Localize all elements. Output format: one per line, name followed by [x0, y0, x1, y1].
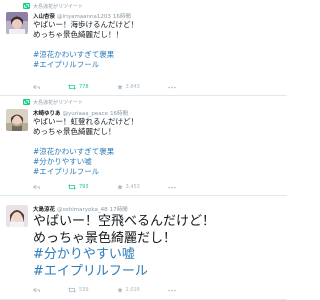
tweet-card[interactable]: 大島涼花 @oshimaryoka_48 17時間 やばいー！空飛べるんだけど！…: [0, 196, 287, 300]
retweeted-by-label: 大島涼花がリツイート: [33, 4, 84, 10]
like-button[interactable]: 2,016: [116, 287, 140, 293]
display-name[interactable]: 木崎ゆりあ: [33, 109, 61, 117]
reply-button[interactable]: [33, 287, 40, 293]
more-button[interactable]: [168, 86, 176, 89]
star-icon: [116, 84, 123, 90]
like-button[interactable]: 3,453: [116, 184, 140, 190]
user-handle[interactable]: @oshimaryoka_48: [57, 207, 108, 213]
tweet-text-line: やばいー！虹登れるんだけど！: [33, 117, 138, 126]
retweet-icon: [68, 287, 76, 293]
tweet-text-line: めっちゃ景色綺麗だし！！: [33, 30, 123, 39]
retweet-icon: [68, 184, 76, 190]
tweet-header: 大島涼花 @oshimaryoka_48 17時間: [33, 205, 128, 213]
retweet-indicator-icon: [23, 3, 30, 9]
retweeted-by-label: 大島涼花がリツイート: [33, 100, 84, 106]
retweet-count: 539: [79, 287, 89, 293]
retweet-button[interactable]: 539: [68, 287, 89, 293]
hashtag-link[interactable]: #涼花かわいすぎて褒果: [33, 50, 138, 60]
tweet-text: やばいー！海歩けるんだけど！ めっちゃ景色綺麗だし！！ #涼花かわいすぎて褒果 …: [33, 20, 138, 70]
display-name[interactable]: 大島涼花: [33, 205, 55, 213]
like-count: 3,453: [125, 184, 140, 190]
tweet-text-line: やばいー！空飛べるんだけど！: [33, 214, 216, 229]
timestamp[interactable]: 16時間: [113, 12, 131, 20]
more-icon: [168, 86, 176, 88]
tweet-actions: 539 2,016: [33, 287, 176, 293]
timestamp[interactable]: 17時間: [110, 205, 128, 213]
more-button[interactable]: [168, 186, 176, 189]
more-button[interactable]: [168, 289, 176, 292]
retweet-button[interactable]: 793: [68, 184, 89, 190]
hashtag-link[interactable]: #分かりやすい嘘: [33, 157, 138, 167]
tweet-text: やばいー！虹登れるんだけど！ めっちゃ景色綺麗だし！ #涼花かわいすぎて褒果 #…: [33, 117, 138, 177]
tweet-text: やばいー！空飛べるんだけど！ めっちゃ景色綺麗だし！ #分かりやすい嘘 #エイプ…: [33, 214, 215, 280]
star-icon: [116, 184, 123, 190]
retweet-indicator-icon: [23, 99, 30, 105]
tweet-card[interactable]: 大島涼花がリツイート 木崎ゆりあ @yuriaaa_peace 16時間 やばい…: [0, 96, 287, 196]
tweet-text-line: めっちゃ景色綺麗だし！: [33, 230, 177, 246]
reply-button[interactable]: [33, 84, 40, 90]
retweet-icon: [68, 84, 76, 90]
more-icon: [168, 186, 176, 188]
tweet-actions: 793 3,453: [33, 184, 176, 190]
hashtag-link[interactable]: #分かりやすい嘘: [33, 247, 215, 264]
hashtag-link[interactable]: #エイプリルフール: [33, 60, 138, 70]
hashtag-link[interactable]: #エイプリルフール: [33, 264, 215, 281]
tweet-header: 入山杏奈 @iriyamaanna1203 16時間: [33, 12, 131, 20]
timestamp[interactable]: 16時間: [110, 109, 128, 117]
tweet-header: 木崎ゆりあ @yuriaaa_peace 16時間: [33, 109, 128, 117]
avatar[interactable]: [6, 109, 28, 131]
avatar[interactable]: [6, 12, 28, 34]
tweet-text-line: やばいー！海歩けるんだけど！: [33, 20, 138, 29]
tweet-text-line: めっちゃ景色綺麗だし！: [33, 127, 116, 136]
retweet-count: 793: [79, 184, 89, 190]
hashtag-link[interactable]: #涼花かわいすぎて褒果: [33, 147, 138, 157]
reply-icon: [33, 84, 40, 90]
tweet-card[interactable]: 大島涼花がリツイート 入山杏奈 @iriyamaanna1203 16時間 やば…: [0, 0, 287, 96]
like-count: 3,843: [125, 84, 140, 90]
avatar[interactable]: [6, 205, 28, 227]
reply-button[interactable]: [33, 184, 40, 190]
tweet-actions: 778 3,843: [33, 84, 176, 90]
hashtag-link[interactable]: #エイプリルフール: [33, 167, 138, 177]
retweet-button[interactable]: 778: [68, 84, 89, 90]
star-icon: [116, 287, 123, 293]
reply-icon: [33, 287, 40, 293]
retweet-count: 778: [79, 84, 89, 90]
display-name[interactable]: 入山杏奈: [33, 12, 55, 20]
like-count: 2,016: [125, 287, 140, 293]
more-icon: [168, 289, 176, 291]
reply-icon: [33, 184, 40, 190]
like-button[interactable]: 3,843: [116, 84, 140, 90]
